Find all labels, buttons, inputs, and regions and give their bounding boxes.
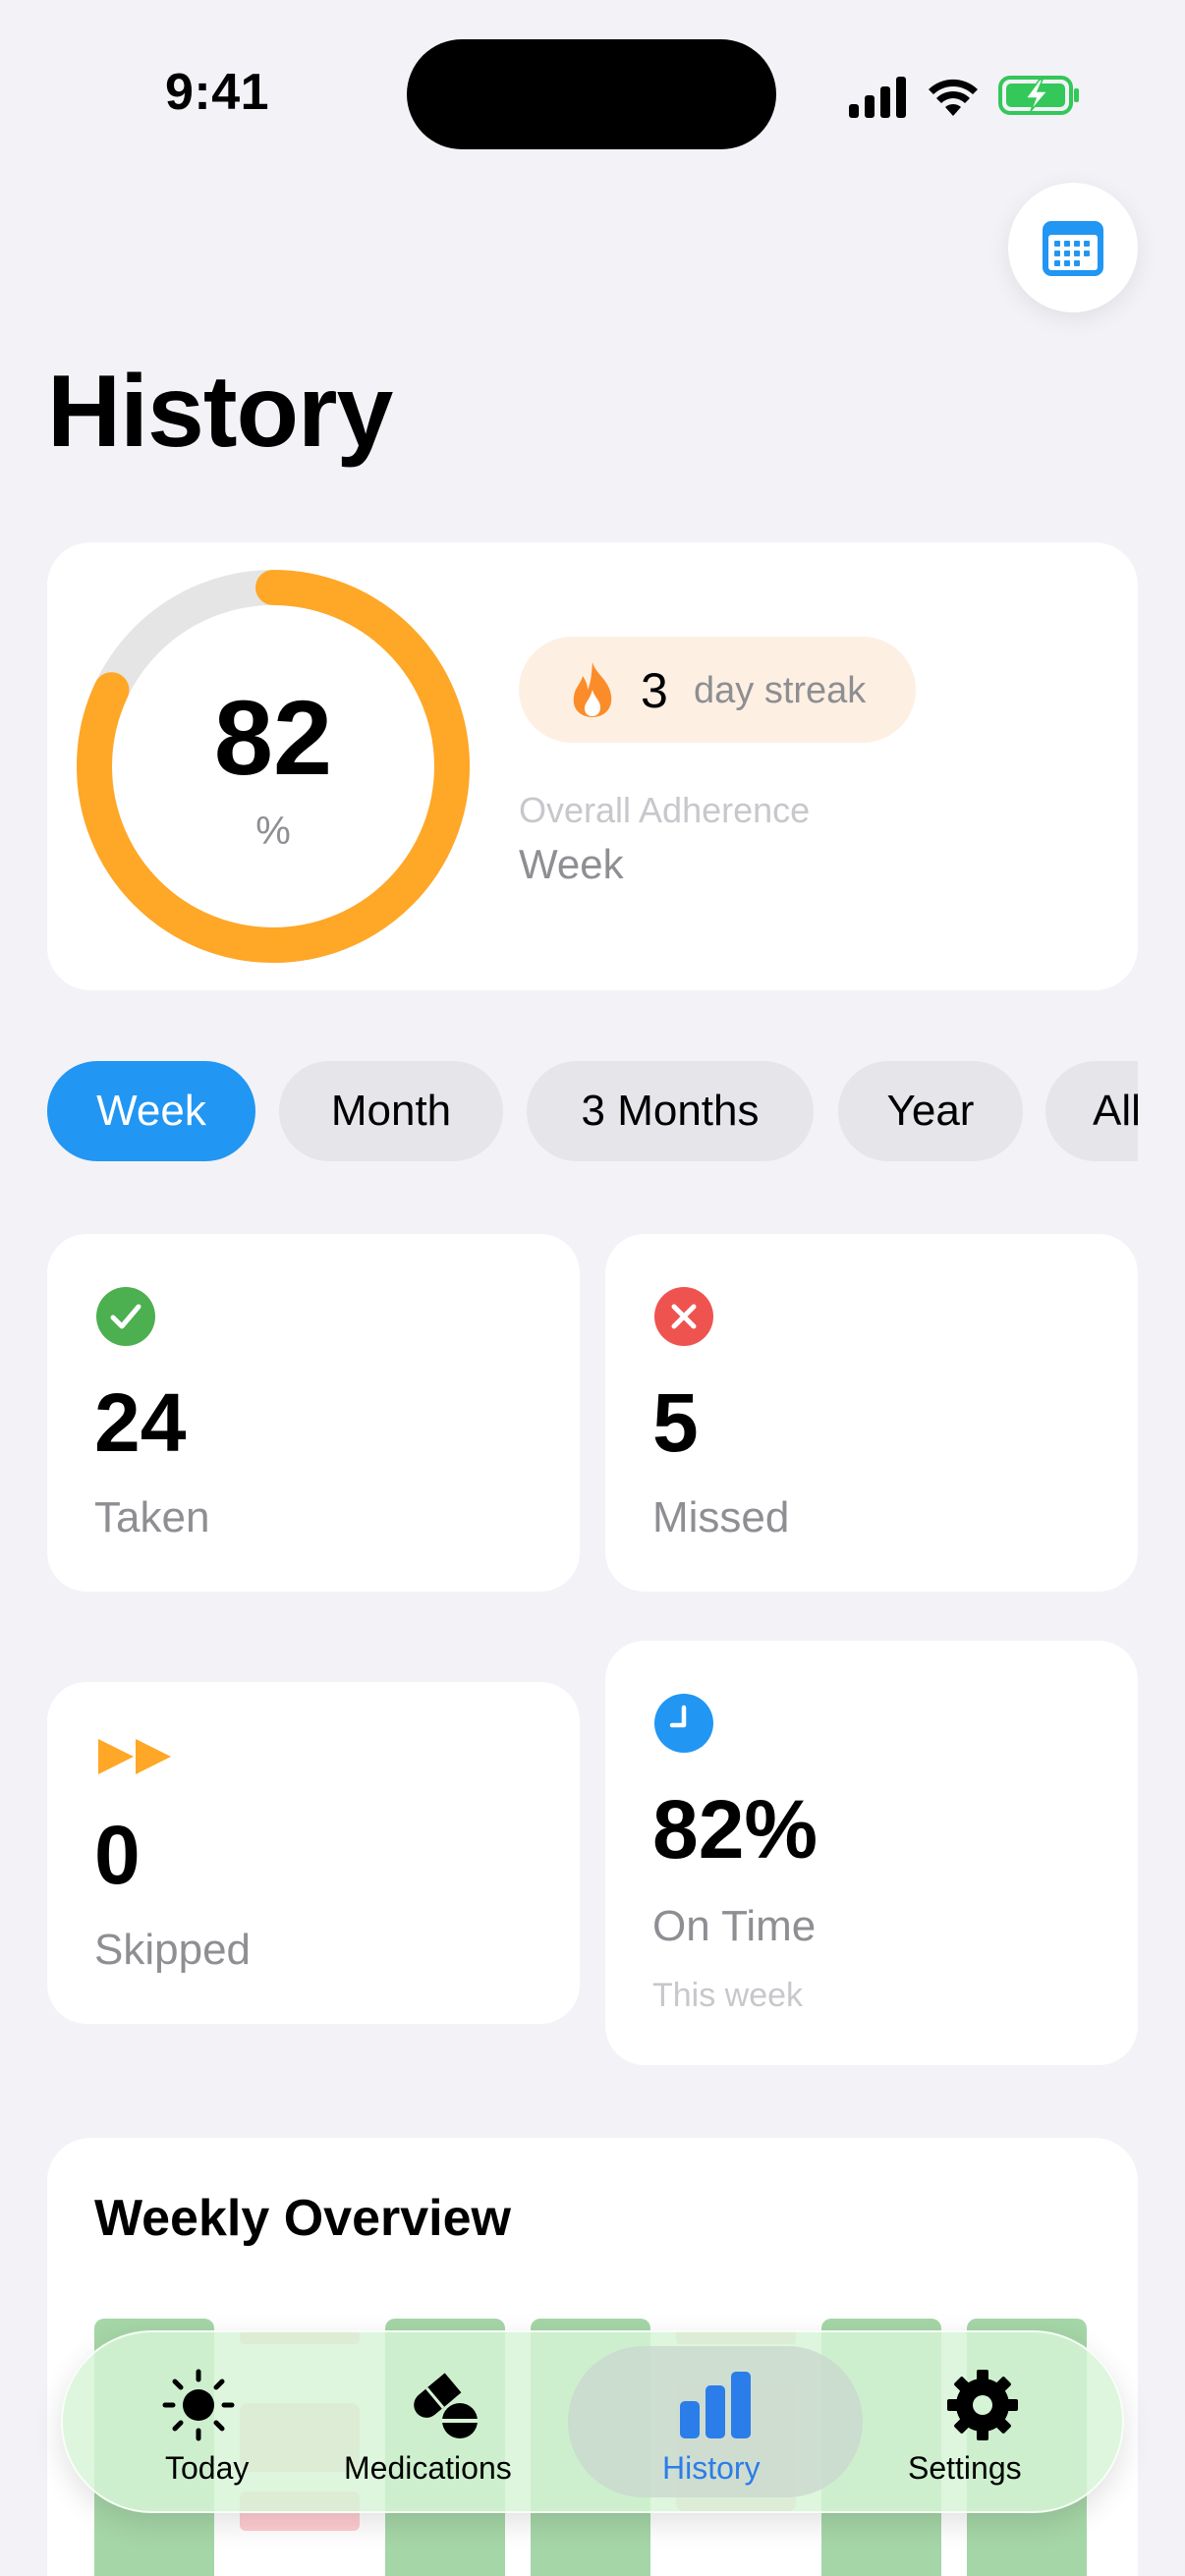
period-pill-month[interactable]: Month (279, 1061, 503, 1161)
tab-settings-label: Settings (908, 2450, 1022, 2486)
adherence-label: Overall Adherence (519, 790, 811, 830)
sun-icon (162, 2369, 235, 2441)
missed-count: 5 (652, 1376, 699, 1469)
x-circle-icon (654, 1287, 713, 1346)
skipped-count: 0 (94, 1809, 141, 1901)
taken-count: 24 (94, 1376, 187, 1469)
stat-card-missed: 5 Missed (605, 1234, 1138, 1592)
skipped-label: Skipped (94, 1926, 252, 1974)
page-title: History (47, 355, 393, 469)
stat-card-skipped: 0 Skipped (47, 1682, 580, 2024)
dynamic-island (407, 39, 776, 149)
taken-label: Taken (94, 1493, 210, 1541)
pills-icon (414, 2373, 478, 2438)
streak-badge: 3 day streak (519, 637, 916, 743)
checkmark-circle-icon (96, 1287, 155, 1346)
calendar-button[interactable] (1008, 183, 1138, 312)
wifi-icon (929, 79, 978, 116)
tab-today[interactable]: Today (120, 2330, 277, 2513)
forward-icon (98, 1739, 171, 1774)
tab-history[interactable]: History (607, 2330, 823, 2513)
tab-history-label: History (662, 2450, 761, 2486)
tab-bar: Today Medications History Settings (61, 2330, 1124, 2513)
adherence-percent-value: 82 (213, 678, 333, 797)
calendar-icon (1043, 221, 1103, 276)
status-time: 9:41 (165, 64, 270, 121)
on-time-label: On Time (652, 1902, 817, 1950)
tab-medications[interactable]: Medications (344, 2330, 529, 2513)
battery-charging-icon (998, 76, 1079, 115)
status-bar: 9:41 (0, 0, 1185, 196)
period-selector: Week Month 3 Months Year All (47, 1061, 1138, 1163)
streak-label: day streak (694, 670, 867, 711)
chart-bar-icon (680, 2372, 751, 2438)
stat-card-on-time: 82% On Time This week (605, 1641, 1138, 2065)
missed-label: Missed (652, 1493, 790, 1541)
tab-medications-label: Medications (344, 2450, 512, 2486)
period-pill-all[interactable]: All (1045, 1061, 1138, 1161)
adherence-percent-unit: % (255, 810, 291, 853)
period-pill-week[interactable]: Week (47, 1061, 255, 1161)
cellular-signal-icon (849, 77, 906, 118)
tab-today-label: Today (165, 2450, 250, 2486)
stat-card-taken: 24 Taken (47, 1234, 580, 1592)
on-time-subtitle: This week (652, 1977, 804, 2014)
period-pill-3-months[interactable]: 3 Months (527, 1061, 814, 1161)
flame-icon (573, 662, 612, 717)
adherence-period: Week (519, 841, 624, 887)
period-pill-year[interactable]: Year (838, 1061, 1023, 1161)
streak-count: 3 (641, 663, 668, 718)
on-time-percent: 82% (652, 1783, 818, 1876)
clock-icon (654, 1694, 713, 1753)
tab-settings[interactable]: Settings (906, 2330, 1063, 2513)
adherence-summary-card: 82 % 3 day streak Overall Adherence Week (47, 542, 1138, 990)
gear-icon (947, 2370, 1018, 2440)
